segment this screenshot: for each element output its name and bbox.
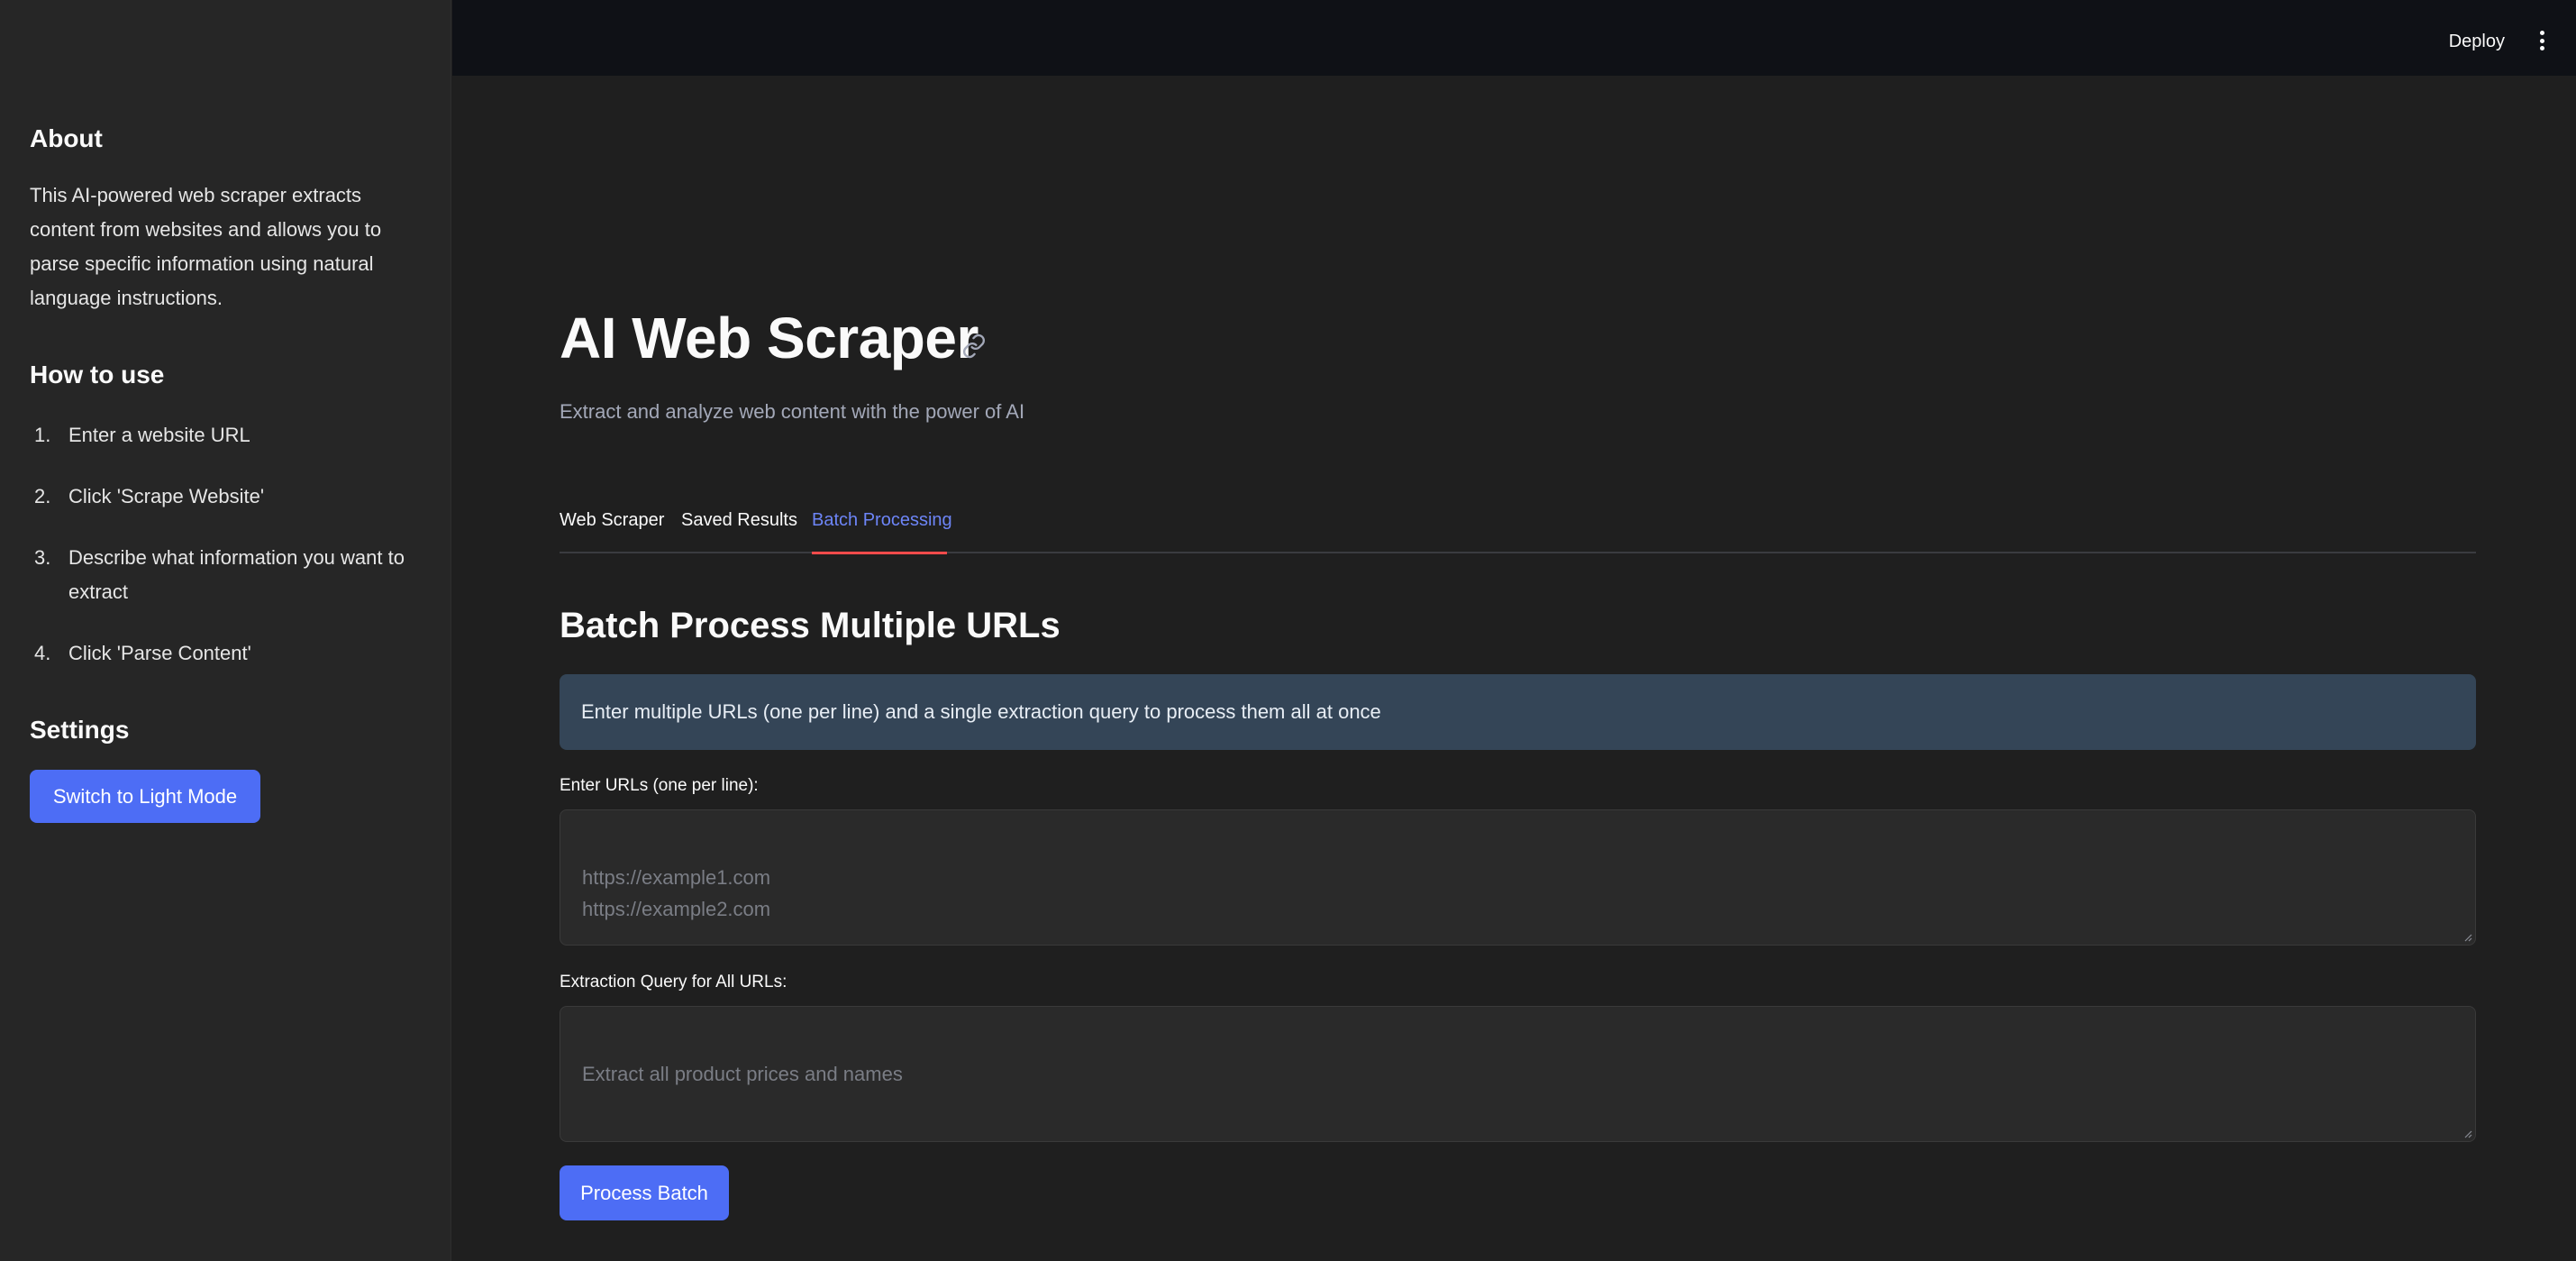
urls-placeholder: https://example1.com https://example2.co…: [582, 866, 771, 920]
step-item: 3. Describe what information you want to…: [30, 541, 417, 609]
info-alert: Enter multiple URLs (one per line) and a…: [560, 674, 2476, 750]
step-number: 4.: [34, 642, 51, 664]
resize-handle-icon[interactable]: [2463, 1129, 2472, 1138]
tab-bar: Web Scraper Saved Results Batch Processi…: [560, 510, 2476, 554]
about-heading: About: [30, 124, 103, 152]
urls-textarea[interactable]: https://example1.com https://example2.co…: [560, 809, 2476, 946]
tab-web-scraper[interactable]: Web Scraper: [560, 510, 664, 553]
urls-label: Enter URLs (one per line):: [560, 776, 759, 795]
active-tab-indicator: [812, 552, 947, 554]
process-batch-button[interactable]: Process Batch: [560, 1165, 729, 1220]
switch-theme-button[interactable]: Switch to Light Mode: [30, 770, 260, 823]
resize-handle-icon[interactable]: [2463, 933, 2472, 942]
step-item: 1. Enter a website URL: [30, 418, 417, 452]
step-number: 2.: [34, 485, 51, 507]
kebab-menu-icon[interactable]: [2538, 31, 2545, 50]
page-title: AI Web Scraper: [560, 306, 979, 370]
query-label: Extraction Query for All URLs:: [560, 973, 787, 991]
tab-saved-results[interactable]: Saved Results: [681, 510, 797, 553]
sidebar: About This AI-powered web scraper extrac…: [0, 0, 451, 1261]
page-subtitle: Extract and analyze web content with the…: [560, 400, 1025, 423]
step-item: 2. Click 'Scrape Website': [30, 480, 417, 514]
query-placeholder: Extract all product prices and names: [582, 1063, 903, 1085]
section-heading: Batch Process Multiple URLs: [560, 606, 1060, 645]
step-item: 4. Click 'Parse Content': [30, 636, 417, 671]
how-to-use-steps: 1. Enter a website URL 2. Click 'Scrape …: [30, 418, 417, 671]
query-textarea[interactable]: Extract all product prices and names: [560, 1006, 2476, 1142]
settings-heading: Settings: [30, 716, 130, 744]
step-text: Click 'Scrape Website': [68, 485, 265, 507]
deploy-button[interactable]: Deploy: [2449, 32, 2505, 52]
tab-batch-processing[interactable]: Batch Processing: [812, 510, 952, 553]
step-text: Enter a website URL: [68, 424, 250, 446]
step-number: 1.: [34, 424, 51, 446]
top-bar: Deploy: [452, 0, 2576, 76]
step-text: Describe what information you want to ex…: [68, 546, 405, 603]
info-alert-text: Enter multiple URLs (one per line) and a…: [581, 700, 1381, 723]
step-text: Click 'Parse Content': [68, 642, 251, 664]
how-to-use-heading: How to use: [30, 361, 165, 388]
link-icon[interactable]: [961, 334, 987, 359]
step-number: 3.: [34, 546, 51, 569]
about-text: This AI-powered web scraper extracts con…: [30, 184, 382, 309]
